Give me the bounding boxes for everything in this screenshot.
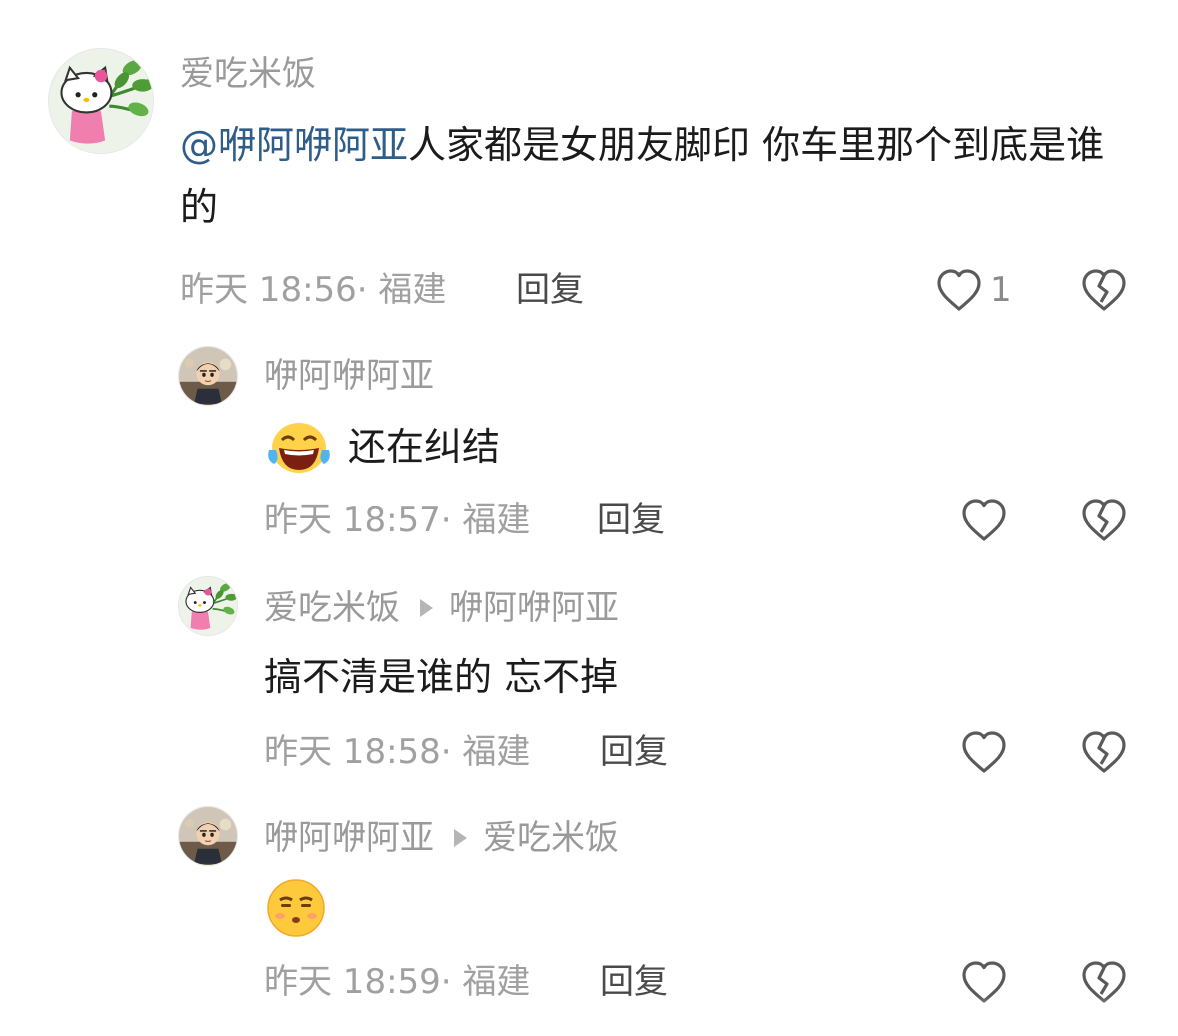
broken-heart-icon[interactable] <box>1080 730 1128 774</box>
timestamp: 昨天 18:56 <box>180 270 357 310</box>
bottom-fade <box>0 996 1178 1036</box>
mention-link[interactable]: @咿阿咿阿亚 <box>180 123 408 167</box>
cartoon-boy-avatar-icon <box>179 807 237 865</box>
hello-kitty-avatar-icon <box>179 577 237 635</box>
username[interactable]: 咿阿咿阿亚 <box>264 818 434 858</box>
avatar[interactable] <box>178 576 238 636</box>
comment-meta: 昨天 18:58· 福建 <box>264 732 530 772</box>
heart-outline-icon[interactable] <box>935 268 983 312</box>
location: · 福建 <box>440 732 531 772</box>
username[interactable]: 爱吃米饭 <box>264 588 400 628</box>
comment-text: 搞不清是谁的 忘不掉 <box>264 655 619 699</box>
heart-outline-icon[interactable] <box>960 730 1008 774</box>
timestamp: 昨天 18:58 <box>264 732 441 772</box>
broken-heart-icon[interactable] <box>1080 498 1128 542</box>
location: · 福建 <box>440 500 531 540</box>
reply-arrow-icon <box>420 598 433 617</box>
like-count: 1 <box>990 270 1012 310</box>
username[interactable]: 爱吃米饭 <box>180 54 316 94</box>
reply-arrow-icon <box>454 828 467 847</box>
username[interactable]: 咿阿咿阿亚 <box>264 356 434 396</box>
comment-meta: 昨天 18:57· 福建 <box>264 500 530 540</box>
reply-button[interactable]: 回复 <box>516 270 584 310</box>
comment-text: @咿阿咿阿亚人家都是女朋友脚印 你车里那个到底是谁的 <box>180 114 1140 238</box>
reply-header: 爱吃米饭 咿阿咿阿亚 <box>264 588 619 628</box>
reply-button[interactable]: 回复 <box>600 732 668 772</box>
location: · 福建 <box>356 270 447 310</box>
unamused-face-emoji <box>267 879 325 937</box>
avatar[interactable] <box>48 48 154 154</box>
heart-outline-icon[interactable] <box>960 498 1008 542</box>
cartoon-boy-avatar-icon <box>179 347 237 405</box>
laughing-crying-emoji <box>268 423 330 473</box>
comment-meta: 昨天 18:56· 福建 <box>180 270 446 310</box>
broken-heart-icon[interactable] <box>1080 268 1128 312</box>
reply-button[interactable]: 回复 <box>597 500 665 540</box>
avatar[interactable] <box>178 806 238 866</box>
avatar[interactable] <box>178 346 238 406</box>
reply-header: 咿阿咿阿亚 爱吃米饭 <box>264 818 619 858</box>
comment-text: 还在纠结 <box>348 425 501 469</box>
timestamp: 昨天 18:57 <box>264 500 441 540</box>
reply-target-username[interactable]: 爱吃米饭 <box>483 818 619 858</box>
reply-target-username[interactable]: 咿阿咿阿亚 <box>449 588 619 628</box>
hello-kitty-avatar-icon <box>49 49 153 153</box>
